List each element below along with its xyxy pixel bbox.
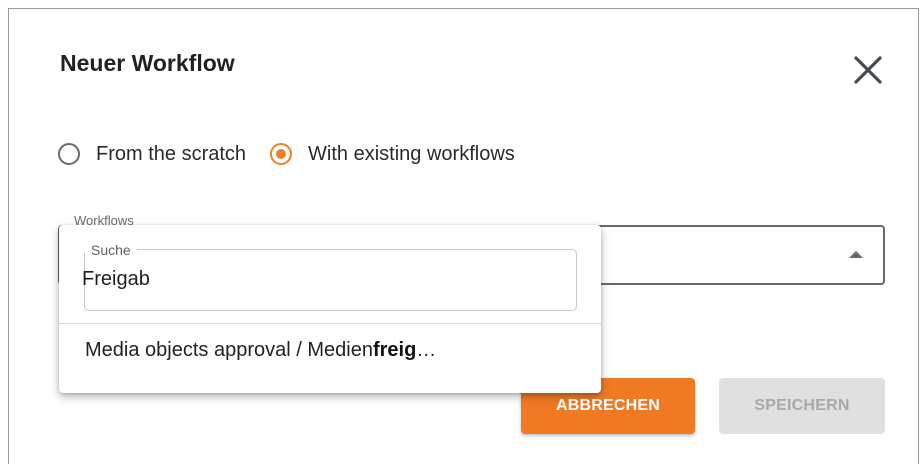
radio-existing-workflows[interactable]: With existing workflows bbox=[270, 143, 515, 166]
search-input[interactable] bbox=[82, 268, 552, 291]
save-button[interactable]: SPEICHERN bbox=[719, 378, 885, 434]
option-text-prefix: Media objects approval / Medien bbox=[85, 339, 373, 361]
close-icon bbox=[854, 56, 882, 84]
option-text-match: freig bbox=[372, 339, 417, 361]
dropdown-option[interactable]: Media objects approval / Medienfreig… bbox=[85, 339, 436, 362]
dropdown-arrow-icon[interactable] bbox=[849, 251, 863, 258]
option-text-suffix: … bbox=[416, 339, 437, 361]
close-button[interactable] bbox=[848, 50, 888, 90]
mode-radio-group: From the scratch With existing workflows bbox=[58, 137, 539, 171]
dialog-title: Neuer Workflow bbox=[60, 50, 235, 76]
radio-label: From the scratch bbox=[96, 142, 247, 165]
radio-checked-icon bbox=[270, 143, 293, 165]
workflows-dropdown-panel: Suche Media objects approval / Medienfre… bbox=[59, 225, 601, 393]
dropdown-divider bbox=[59, 323, 601, 324]
radio-label: With existing workflows bbox=[308, 142, 515, 165]
radio-from-scratch[interactable]: From the scratch bbox=[58, 143, 246, 166]
radio-unchecked-icon bbox=[58, 143, 80, 165]
search-field-label: Suche bbox=[85, 242, 137, 258]
